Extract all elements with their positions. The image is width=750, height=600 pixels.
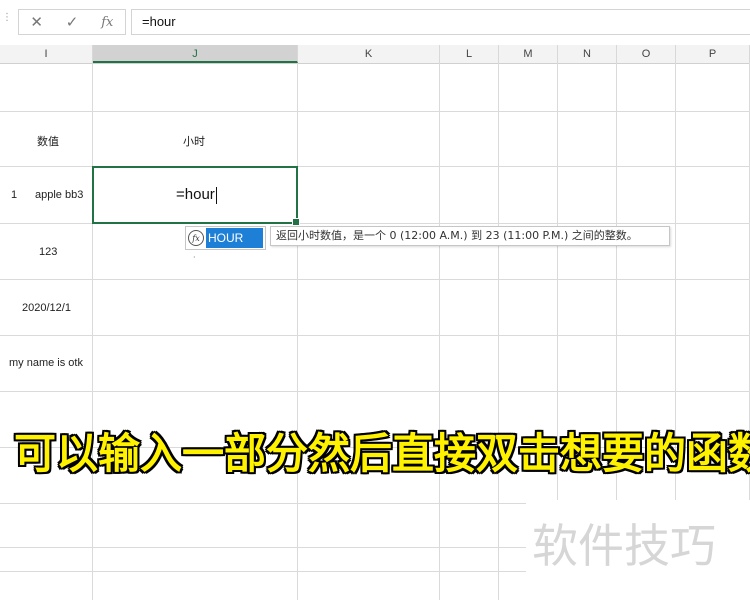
check-icon: ✓ [65, 13, 79, 31]
column-header-row: I J K L M N O P [0, 45, 750, 64]
cell-j-header[interactable]: 小时 [183, 133, 205, 149]
cell-i-row3[interactable]: 123 [39, 246, 57, 258]
cell-i-row2-num[interactable]: 1 [11, 189, 17, 201]
grid-line [0, 391, 750, 392]
grip-handle[interactable]: ⋮ [2, 13, 12, 29]
column-header-j[interactable]: J [93, 45, 298, 63]
active-cell[interactable]: =hour [92, 166, 300, 226]
column-header-i[interactable]: I [0, 45, 93, 63]
close-icon: ✕ [30, 13, 43, 31]
grid-line [0, 111, 750, 112]
cell-i-row4[interactable]: 2020/12/1 [22, 302, 71, 314]
formula-buttons: ✕ ✓ fx [18, 9, 126, 35]
autocomplete-item-label: HOUR [206, 228, 263, 248]
grid-line [92, 63, 93, 600]
cell-i-header[interactable]: 数值 [37, 133, 59, 149]
column-header-m[interactable]: M [499, 45, 558, 63]
grid-line [0, 335, 750, 336]
enter-button[interactable]: ✓ [54, 10, 89, 34]
cursor-mark: · [193, 253, 196, 262]
fill-handle[interactable] [292, 218, 300, 226]
function-icon: fx [101, 14, 114, 30]
cell-i-row5[interactable]: my name is otk [9, 357, 83, 369]
cancel-button[interactable]: ✕ [19, 10, 54, 34]
column-header-o[interactable]: O [617, 45, 676, 63]
column-header-n[interactable]: N [558, 45, 617, 63]
grid-line [0, 279, 750, 280]
formula-input[interactable]: =hour [131, 9, 750, 35]
formula-bar: ⋮ ✕ ✓ fx =hour [0, 0, 750, 46]
grid-line [498, 63, 499, 600]
column-header-l[interactable]: L [440, 45, 499, 63]
watermark: 软件技巧 [532, 519, 716, 573]
column-header-k[interactable]: K [298, 45, 440, 63]
function-autocomplete-list: fx HOUR [185, 226, 266, 250]
text-caret [215, 186, 217, 204]
autocomplete-item-hour[interactable]: fx HOUR [188, 228, 263, 248]
grid-line [297, 63, 298, 600]
function-icon: fx [188, 230, 204, 246]
function-tooltip: 返回小时数值，是一个 0 (12:00 A.M.) 到 23 (11:00 P.… [270, 226, 670, 246]
tutorial-caption: 可以输入一部分然后直接双击想要的函数 [14, 429, 750, 478]
active-cell-text: =hour [176, 186, 217, 204]
insert-function-button[interactable]: fx [90, 10, 125, 34]
grid-line [439, 63, 440, 600]
cell-i-row2-text[interactable]: apple bb3 [35, 189, 83, 201]
column-header-p[interactable]: P [676, 45, 750, 63]
